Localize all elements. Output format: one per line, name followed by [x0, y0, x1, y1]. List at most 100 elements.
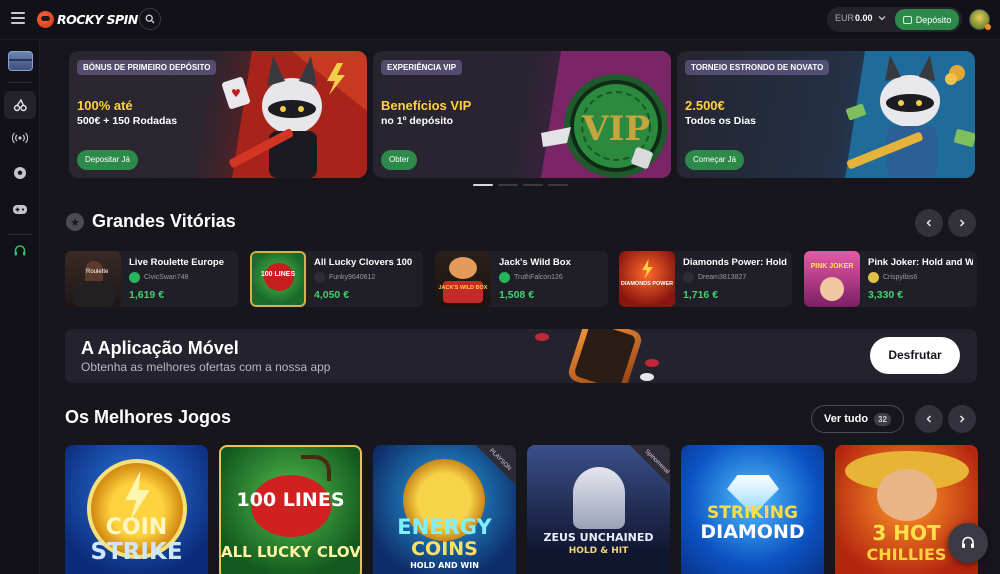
big-win-card[interactable]: DIAMONDS POWER Diamonds Power: Hold Drea… — [619, 251, 792, 307]
sidebar-item-support[interactable] — [4, 237, 36, 265]
win-username: Dream3813827 — [698, 274, 747, 281]
headset-icon — [962, 536, 974, 548]
thumb-label: 100 LINES — [260, 271, 296, 278]
treasure-chest-icon[interactable] — [8, 51, 33, 71]
sidebar-item-esports[interactable] — [4, 195, 36, 223]
search-icon — [145, 14, 155, 24]
brand-logo[interactable]: ROCKY SPIN — [37, 9, 138, 29]
game-tile[interactable]: PLAYSON ENERGY COINS HOLD AND WIN — [373, 445, 516, 574]
promo-card-first-deposit[interactable]: ♥ BÓNUS DE PRIMEIRO DEPÓSITO 100% até 50… — [69, 51, 367, 178]
big-win-card[interactable]: JACK'S WILD BOX Jack's Wild Box TruthFal… — [435, 251, 608, 307]
win-username: CivicSwan748 — [144, 274, 189, 281]
chevron-right-icon — [959, 219, 965, 227]
win-game-name: Jack's Wild Box — [499, 257, 571, 268]
chevron-left-icon — [926, 415, 932, 423]
chevron-down-icon — [878, 16, 886, 21]
big-win-card[interactable]: PINK JOKER Pink Joker: Hold and W Crispy… — [804, 251, 977, 307]
sidebar-item-casino[interactable] — [4, 91, 36, 119]
games-count-badge: 32 — [874, 412, 891, 426]
wallet-currency: EUR — [835, 13, 855, 23]
game-tile[interactable]: 100 LINES ALL LUCKY CLOVERS — [219, 445, 362, 574]
user-avatar-icon — [499, 272, 510, 283]
game-title-line2: STRIKE — [90, 539, 183, 565]
search-button[interactable] — [139, 8, 161, 30]
sidebar-item-sports[interactable] — [4, 159, 36, 187]
game-tile[interactable]: Spinomenal ZEUS UNCHAINED HOLD & HIT — [527, 445, 670, 574]
sidebar-divider — [8, 234, 32, 235]
view-all-button[interactable]: Ver tudo 32 — [811, 405, 904, 433]
get-button[interactable]: Obter — [381, 150, 418, 170]
logo-text: ROCKY SPIN — [57, 11, 138, 27]
big-win-card[interactable]: Roulette Live Roulette Europe CivicSwan7… — [65, 251, 238, 307]
win-user: Crispyibis6 — [868, 272, 917, 283]
games-next-button[interactable] — [948, 405, 976, 433]
wallet-icon — [902, 15, 912, 24]
promo-subtitle: no 1º depósito — [381, 115, 454, 127]
game-title-line1: ENERGY — [397, 515, 492, 539]
live-support-button[interactable] — [948, 523, 988, 563]
promo-card-vip[interactable]: VIP EXPERIÊNCIA VIP Benefícios VIP no 1º… — [373, 51, 671, 178]
game-title-line2: ALL LUCKY CLOVERS — [221, 543, 361, 561]
carousel-dot[interactable] — [523, 184, 543, 186]
avatar[interactable] — [969, 9, 991, 30]
chevron-right-icon — [959, 415, 965, 423]
big-win-card[interactable]: 100 LINES All Lucky Clovers 100 Funky964… — [250, 251, 423, 307]
game-title-line1: STRIKING — [707, 503, 798, 523]
zeus-art — [573, 467, 625, 529]
deposit-now-button[interactable]: Depositar Já — [77, 150, 138, 170]
casino-chip-decoration — [640, 373, 654, 381]
raccoon-tournament-art — [845, 51, 975, 178]
promo-tag: BÓNUS DE PRIMEIRO DEPÓSITO — [77, 60, 217, 75]
promo-title: 2.500€ — [685, 98, 725, 113]
game-thumbnail: Roulette — [65, 251, 121, 307]
raccoon-guitar-art: ♥ — [221, 51, 367, 178]
wins-prev-button[interactable] — [915, 209, 943, 237]
casino-chip-decoration — [535, 333, 549, 341]
game-title-line2: DIAMOND — [700, 521, 805, 543]
game-caption: HOLD AND WIN — [410, 561, 479, 570]
carousel-dot[interactable] — [548, 184, 568, 186]
game-tile[interactable]: COIN STRIKE — [65, 445, 208, 574]
start-now-button[interactable]: Começar Já — [685, 150, 745, 170]
carousel-pagination — [473, 184, 568, 186]
game-tile[interactable]: STRIKING DIAMOND — [681, 445, 824, 574]
cherry-stem — [301, 455, 331, 481]
headset-icon — [14, 245, 26, 256]
mobile-app-banner[interactable]: A Aplicação Móvel Obtenha as melhores of… — [65, 329, 977, 383]
chevron-left-icon — [926, 219, 932, 227]
big-wins-title: Grandes Vitórias — [92, 211, 236, 231]
game-title-line2: HOLD & HIT — [568, 546, 629, 556]
win-game-name: Diamonds Power: Hold — [683, 257, 787, 268]
win-game-name: Live Roulette Europe — [129, 257, 225, 268]
user-avatar-icon — [314, 272, 325, 283]
vip-art-text: VIP — [581, 109, 650, 149]
carousel-dot[interactable] — [498, 184, 518, 186]
best-games-title: Os Melhores Jogos — [65, 407, 232, 427]
user-avatar-icon — [868, 272, 879, 283]
hamburger-menu-icon[interactable] — [11, 12, 25, 24]
promo-subtitle: Todos os Dias — [685, 115, 756, 127]
star-icon: ★ — [66, 213, 84, 231]
game-title-line2: COINS — [411, 538, 478, 560]
user-avatar-icon — [129, 272, 140, 283]
win-user: Dream3813827 — [683, 272, 746, 283]
promo-tag: TORNEIO ESTRONDO DE NOVATO — [685, 60, 830, 75]
win-amount: 1,716 € — [683, 289, 719, 301]
promo-card-tournament[interactable]: TORNEIO ESTRONDO DE NOVATO 2.500€ Todos … — [677, 51, 975, 178]
sidebar-item-live[interactable] — [4, 124, 36, 152]
sidebar — [0, 40, 40, 574]
promo-title: Benefícios VIP — [381, 98, 472, 113]
deposit-button[interactable]: Depósito — [895, 9, 959, 30]
carousel-dot[interactable] — [473, 184, 493, 186]
broadcast-icon — [12, 132, 28, 144]
wallet-amount: 0.00 — [855, 13, 873, 23]
game-title-line1: ZEUS UNCHAINED — [543, 531, 654, 544]
casino-chip-decoration — [645, 359, 659, 367]
games-prev-button[interactable] — [915, 405, 943, 433]
win-amount: 1,508 € — [499, 289, 535, 301]
face-art — [877, 469, 937, 521]
win-user: Funky9640612 — [314, 272, 375, 283]
wins-next-button[interactable] — [948, 209, 976, 237]
enjoy-button[interactable]: Desfrutar — [870, 337, 960, 374]
soccer-ball-icon — [14, 167, 26, 179]
